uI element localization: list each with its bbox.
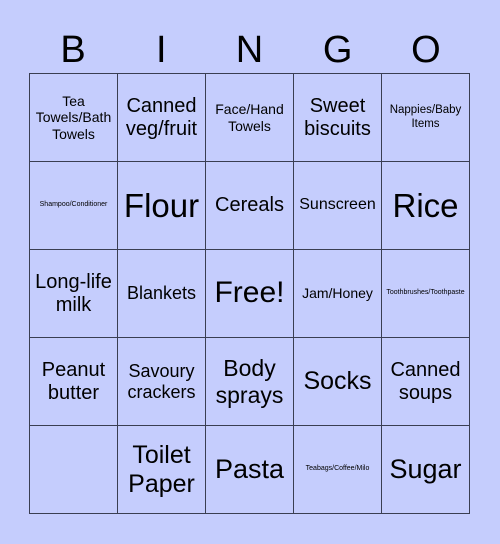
bingo-cell-empty[interactable] (30, 426, 118, 514)
bingo-board: Tea Towels/Bath Towels Canned veg/fruit … (29, 73, 470, 514)
bingo-cell[interactable]: Peanut butter (30, 338, 118, 426)
bingo-cell[interactable]: Pasta (206, 426, 294, 514)
free-cell[interactable]: Free! (206, 250, 294, 338)
bingo-cell[interactable]: Sweet biscuits (294, 74, 382, 162)
bingo-cell[interactable]: Jam/Honey (294, 250, 382, 338)
header-letter-g: G (322, 29, 353, 71)
bingo-cell[interactable]: Socks (294, 338, 382, 426)
bingo-cell[interactable]: Teabags/Coffee/Milo (294, 426, 382, 514)
header-letter-i: I (156, 29, 167, 71)
bingo-cell[interactable]: Face/Hand Towels (206, 74, 294, 162)
bingo-cell[interactable]: Shampoo/Conditioner (30, 162, 118, 250)
bingo-header: B I N G O (29, 28, 470, 73)
bingo-cell[interactable]: Toothbrushes/Toothpaste (382, 250, 470, 338)
bingo-cell[interactable]: Cereals (206, 162, 294, 250)
bingo-cell[interactable]: Sugar (382, 426, 470, 514)
bingo-cell[interactable]: Canned soups (382, 338, 470, 426)
bingo-cell[interactable]: Body sprays (206, 338, 294, 426)
bingo-cell[interactable]: Long-life milk (30, 250, 118, 338)
bingo-cell[interactable]: Savoury crackers (118, 338, 206, 426)
bingo-cell[interactable]: Nappies/Baby Items (382, 74, 470, 162)
bingo-cell[interactable]: Sunscreen (294, 162, 382, 250)
bingo-cell[interactable]: Flour (118, 162, 206, 250)
header-letter-b: B (60, 29, 86, 71)
bingo-cell[interactable]: Toilet Paper (118, 426, 206, 514)
bingo-cell[interactable]: Blankets (118, 250, 206, 338)
bingo-cell[interactable]: Tea Towels/Bath Towels (30, 74, 118, 162)
bingo-cell[interactable]: Rice (382, 162, 470, 250)
bingo-cell[interactable]: Canned veg/fruit (118, 74, 206, 162)
header-letter-n: N (235, 29, 264, 71)
header-letter-o: O (411, 29, 441, 71)
